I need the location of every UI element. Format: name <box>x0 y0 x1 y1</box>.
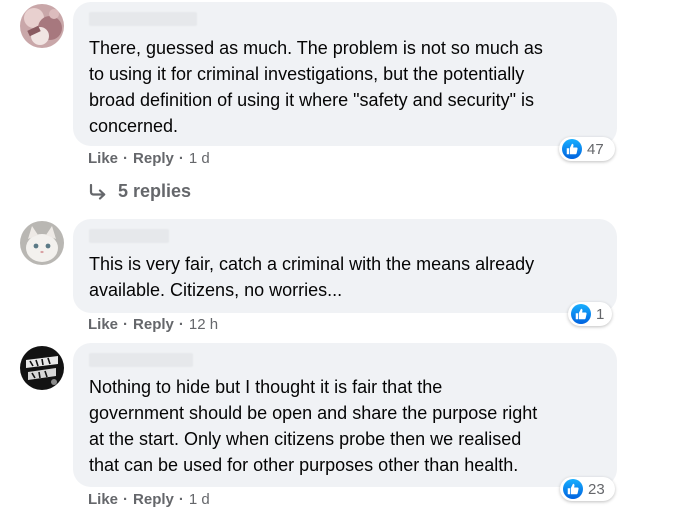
thumbs-up-icon <box>571 304 591 324</box>
comment-text: Nothing to hide but I thought it is fair… <box>89 377 538 475</box>
author-name-redacted <box>89 12 197 26</box>
reaction-count-badge[interactable]: 23 <box>560 477 615 501</box>
avatar-image <box>20 346 64 390</box>
avatar[interactable] <box>20 4 64 48</box>
avatar-image <box>20 221 64 265</box>
reply-link[interactable]: Reply <box>133 491 174 508</box>
reply-arrow-icon <box>89 183 106 200</box>
author-name-redacted <box>89 229 169 243</box>
thumbs-up-icon <box>562 139 582 159</box>
comment-bubble: This is very fair, catch a criminal with… <box>73 219 617 326</box>
reaction-count: 1 <box>596 305 605 323</box>
replies-count-label: 5 replies <box>118 181 192 201</box>
reaction-count: 23 <box>588 480 605 498</box>
comment-bubble: Nothing to hide but I thought it is fair… <box>73 343 617 501</box>
reply-link[interactable]: Reply <box>133 316 174 333</box>
reaction-count: 47 <box>587 140 604 158</box>
avatar[interactable] <box>20 221 64 265</box>
avatar-image <box>20 4 64 48</box>
comment-text: There, guessed as much. The problem is n… <box>89 38 543 136</box>
timestamp[interactable]: 1 d <box>189 150 210 167</box>
reaction-count-badge[interactable]: 47 <box>559 137 615 161</box>
avatar[interactable] <box>20 346 64 390</box>
timestamp[interactable]: 12 h <box>189 316 218 333</box>
comment-actions: Like · Reply · 12 h <box>88 316 219 333</box>
reply-link[interactable]: Reply <box>133 150 174 167</box>
thumbs-up-icon <box>563 479 583 499</box>
comment-actions: Like · Reply · 1 d <box>88 150 210 167</box>
author-name-redacted <box>89 353 193 367</box>
like-link[interactable]: Like <box>88 316 118 333</box>
comment-1: There, guessed as much. The problem is n… <box>0 0 673 210</box>
like-link[interactable]: Like <box>88 150 118 167</box>
reaction-count-badge[interactable]: 1 <box>568 302 612 326</box>
view-replies-link[interactable]: 5 replies <box>88 181 191 202</box>
comment-actions: Like · Reply · 1 d <box>88 491 210 508</box>
timestamp[interactable]: 1 d <box>189 491 210 508</box>
comment-text: This is very fair, catch a criminal with… <box>89 254 535 300</box>
comment-bubble: There, guessed as much. The problem is n… <box>73 2 617 161</box>
like-link[interactable]: Like <box>88 491 118 508</box>
